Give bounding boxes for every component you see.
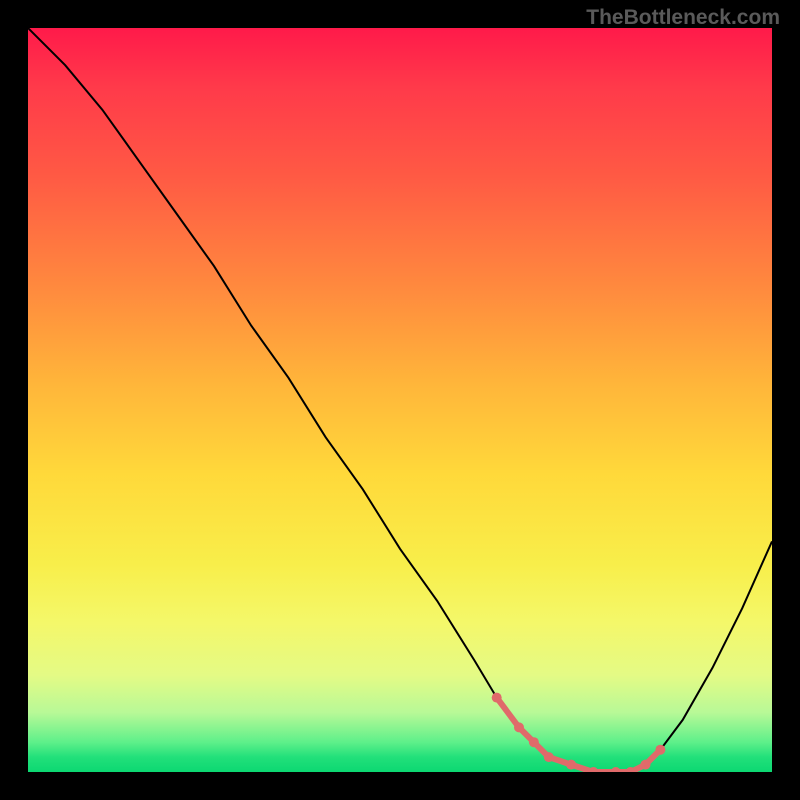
optimal-range-marker [544,752,554,762]
optimal-range-marker [655,745,665,755]
optimal-range-marker [611,767,621,772]
optimal-range-line [497,698,661,772]
optimal-range-marker [514,722,524,732]
optimal-range-marker [529,737,539,747]
plot-area [28,28,772,772]
chart-svg [28,28,772,772]
optimal-range-marker [641,760,651,770]
optimal-range-markers [492,693,666,772]
optimal-range-marker [492,693,502,703]
bottleneck-curve [28,28,772,772]
watermark-text: TheBottleneck.com [586,6,780,30]
optimal-range-marker [566,760,576,770]
